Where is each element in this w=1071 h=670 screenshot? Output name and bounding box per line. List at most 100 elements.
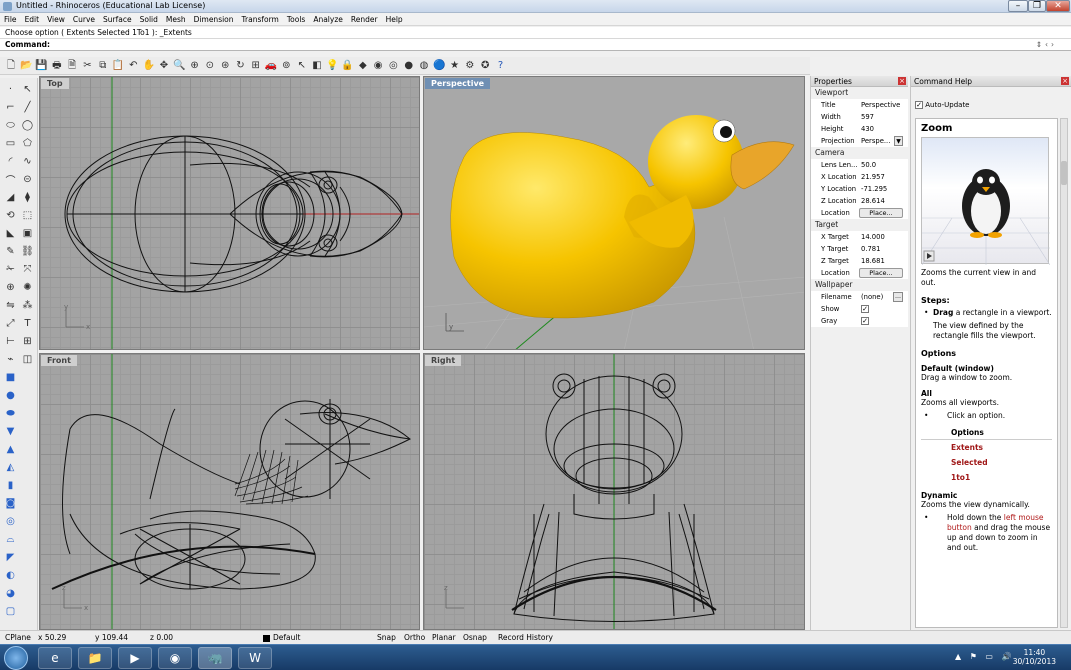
torus-icon[interactable]: ◎ — [3, 514, 18, 529]
media-player-icon[interactable]: ▶ — [118, 647, 152, 669]
group-icon[interactable]: ◫ — [20, 352, 35, 367]
edit-points-icon[interactable]: ✎ — [3, 244, 18, 259]
command-history-arrows[interactable]: ⇕‹› — [1036, 39, 1057, 51]
menu-view[interactable]: View — [43, 13, 69, 26]
boolean-union-icon[interactable]: ◕ — [3, 586, 18, 601]
four-viewports-icon[interactable]: ⊞ — [249, 59, 263, 73]
ortho-toggle[interactable]: Ortho — [404, 631, 425, 645]
viewport-top-label[interactable]: Top — [41, 78, 69, 89]
menu-dimension[interactable]: Dimension — [190, 13, 238, 26]
cut-icon[interactable]: ✂ — [80, 59, 94, 73]
command-help-close-icon[interactable]: × — [1061, 77, 1069, 85]
print-icon[interactable]: 🖶 — [50, 59, 64, 73]
rendered-icon[interactable]: ◍ — [417, 59, 431, 73]
rhino-taskbar-icon[interactable]: 🦏 — [198, 647, 232, 669]
select-arrow-icon[interactable]: ↖ — [20, 82, 35, 97]
polygon-icon[interactable]: ⬠ — [20, 136, 35, 151]
car-icon[interactable]: 🚗 — [264, 59, 278, 73]
menu-tools[interactable]: Tools — [283, 13, 309, 26]
cap-icon[interactable]: ◐ — [3, 568, 18, 583]
rectangle-icon[interactable]: ▭ — [3, 136, 18, 151]
mirror-icon[interactable]: ⇋ — [3, 298, 18, 313]
sweep-icon[interactable]: ◣ — [3, 226, 18, 241]
restore-button[interactable]: ❐ — [1028, 0, 1046, 12]
menu-mesh[interactable]: Mesh — [162, 13, 190, 26]
arc-icon[interactable]: ◜ — [3, 154, 18, 169]
lock-icon[interactable]: 🔒 — [341, 59, 355, 73]
named-view-icon[interactable]: ⊚ — [279, 59, 293, 73]
properties-close-icon[interactable]: × — [898, 77, 906, 85]
menu-render[interactable]: Render — [347, 13, 382, 26]
gray-checkbox[interactable]: ✓ — [861, 317, 869, 325]
zoom-icon[interactable]: 🔍 — [172, 59, 186, 73]
file-explorer-icon[interactable]: 📁 — [78, 647, 112, 669]
pipe-icon[interactable]: ⌓ — [3, 532, 18, 547]
loft-icon[interactable]: ⧫ — [20, 190, 35, 205]
chevron-down-icon[interactable]: ▼ — [894, 136, 903, 146]
viewport-perspective-label[interactable]: Perspective — [425, 78, 491, 89]
cone-icon[interactable]: ▲ — [3, 442, 18, 457]
trim-icon[interactable]: ✁ — [3, 262, 18, 277]
material-icon[interactable]: ◆ — [356, 59, 370, 73]
offset-icon[interactable]: ⊝ — [20, 172, 35, 187]
undo-icon[interactable]: ↶ — [126, 59, 140, 73]
extrude-solid-icon[interactable]: ◤ — [3, 550, 18, 565]
auto-update-checkbox[interactable]: ✓ — [915, 101, 923, 109]
cplane-label[interactable]: CPlane — [5, 631, 31, 645]
leader-icon[interactable]: ⌁ — [3, 352, 18, 367]
fillet-icon[interactable]: ⌒ — [3, 172, 18, 187]
scale-icon[interactable]: ⤢ — [3, 316, 18, 331]
browse-button[interactable]: … — [893, 292, 903, 302]
menu-edit[interactable]: Edit — [21, 13, 44, 26]
explode-icon[interactable]: ✺ — [20, 280, 35, 295]
wireframe-icon[interactable]: ◎ — [386, 59, 400, 73]
move-icon[interactable]: ✥ — [157, 59, 171, 73]
revolve-icon[interactable]: ⟲ — [3, 208, 18, 223]
osnap-toggle[interactable]: Osnap — [463, 631, 487, 645]
tube-icon[interactable]: ◙ — [3, 496, 18, 511]
close-window-button[interactable]: ✕ — [1046, 0, 1070, 12]
light-icon[interactable]: ★ — [448, 59, 462, 73]
zoom-selected-icon[interactable]: ⊛ — [218, 59, 232, 73]
options-gear-icon[interactable]: ⚙ — [463, 59, 477, 73]
render-sphere-icon[interactable]: 🔵 — [432, 59, 446, 73]
planar-toggle[interactable]: Planar — [432, 631, 456, 645]
system-clock[interactable]: 11:40 30/10/2013 — [1013, 648, 1056, 666]
record-history-toggle[interactable]: Record History — [498, 631, 553, 645]
text-icon[interactable]: T — [20, 316, 35, 331]
help-question-icon[interactable]: ? — [494, 59, 508, 73]
boolean-icon[interactable]: ⊕ — [3, 280, 18, 295]
viewport-front-label[interactable]: Front — [41, 355, 77, 366]
new-file-icon[interactable]: 🗋 — [4, 59, 18, 73]
menu-help[interactable]: Help — [382, 13, 407, 26]
dimension-icon[interactable]: ⊢ — [3, 334, 18, 349]
copy-icon[interactable]: ⧉ — [96, 59, 110, 73]
target-place-button[interactable]: Place... — [859, 268, 903, 278]
join-icon[interactable]: ⛓ — [20, 244, 35, 259]
polyline-icon[interactable]: ⌐ — [3, 100, 18, 115]
camera-place-button[interactable]: Place... — [859, 208, 903, 218]
pan-hand-icon[interactable]: ✋ — [142, 59, 156, 73]
properties-page-icon[interactable]: 🗎 — [65, 59, 79, 73]
command-line[interactable]: Command: ⇕‹› — [0, 39, 1071, 51]
help-scrollbar[interactable] — [1060, 118, 1068, 628]
viewport-front[interactable]: z x Front — [39, 353, 420, 630]
cylinder-icon[interactable]: ▮ — [3, 478, 18, 493]
start-button[interactable] — [4, 646, 28, 670]
viewport-right[interactable]: z Right — [423, 353, 805, 630]
line-icon[interactable]: ╱ — [20, 100, 35, 115]
pyramid-icon[interactable]: ◭ — [3, 460, 18, 475]
show-checkbox[interactable]: ✓ — [861, 305, 869, 313]
word-icon[interactable]: W — [238, 647, 272, 669]
circle-icon[interactable]: ◯ — [20, 118, 35, 133]
split-icon[interactable]: ⤧ — [20, 262, 35, 277]
viewport-perspective[interactable]: y Perspective — [423, 76, 805, 350]
tray-icons[interactable]: ▲ ⚑ ▭ 🔊 — [955, 652, 1014, 661]
minimize-button[interactable]: – — [1008, 0, 1028, 12]
menu-solid[interactable]: Solid — [136, 13, 162, 26]
open-file-icon[interactable]: 📂 — [19, 59, 33, 73]
select-icon[interactable]: ↖ — [295, 59, 309, 73]
patch-icon[interactable]: ▣ — [20, 226, 35, 241]
ellipse-icon[interactable]: ⬭ — [3, 118, 18, 133]
snap-toggle[interactable]: Snap — [377, 631, 396, 645]
